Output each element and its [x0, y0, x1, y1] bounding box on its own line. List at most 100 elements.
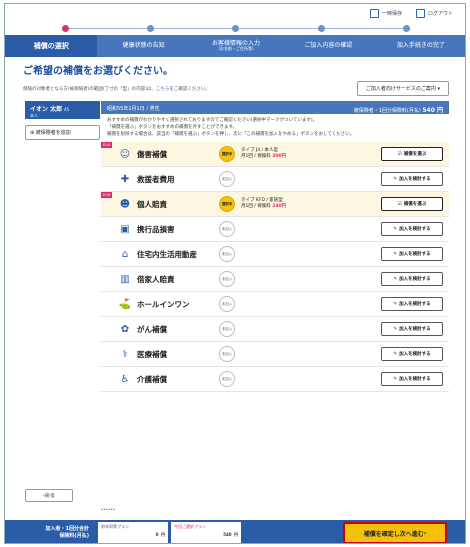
coverage-detail: タイプ KFD / 家族型 月1回 / 保険料 240円 — [241, 197, 287, 210]
step-complete: 加入手続きの完了 — [396, 42, 445, 50]
logout-icon — [415, 8, 425, 18]
coverage-row: ▣ 携行品損害 未加入 ✎ 加入を検討する — [101, 217, 449, 243]
house-icon: ⌂ — [121, 248, 129, 260]
consider-button[interactable]: ✎ 加入を検討する — [381, 297, 443, 312]
pencil-icon: ✎ — [393, 301, 398, 307]
status-badge: 未加入 — [219, 271, 235, 288]
step-health: 健康状態の告知 — [122, 42, 165, 50]
panel-header: 昭和55年1月1日 / 男性 被保険者・1回分保険料(月払) 540 円 — [101, 101, 449, 114]
rescue-icon: ✚ — [120, 173, 130, 185]
status-badge: 選択中 — [219, 146, 235, 163]
pencil-icon: ✎ — [393, 326, 398, 332]
bag-icon: ▣ — [120, 223, 130, 235]
person-icon: ☺ — [119, 148, 131, 160]
coverage-name: 傷害補償 — [137, 149, 167, 159]
select-coverage-button[interactable]: ☑ 補償を選ぶ — [381, 197, 443, 212]
coverage-panel: 昭和55年1月1日 / 男性 被保険者・1回分保険料(月払) 540 円 おすす… — [101, 101, 449, 393]
app-frame: 一時保存 ログアウト 補償の選択 健康状態の告知 お客様情報の入力 (お名前・ご住… — [4, 3, 466, 544]
step-dot — [147, 25, 155, 32]
status-badge: 未加入 — [219, 246, 235, 263]
care-icon: ♿ — [120, 373, 130, 385]
medical-icon: ⚕ — [122, 348, 128, 360]
step-select-coverage: 補償の選択 — [5, 35, 98, 57]
golf-icon: ⛳ — [118, 298, 132, 310]
sidebar: イオン 太郎 45 本人 ⊕ 被保険者を追加 — [25, 101, 100, 140]
coverage-name: 救援者費用 — [137, 174, 175, 184]
status-badge: 未加入 — [219, 321, 235, 338]
back-button[interactable]: ‹ 戻る — [25, 489, 73, 502]
range-link[interactable]: こちら — [156, 87, 170, 92]
consider-button[interactable]: ✎ 加入を検討する — [381, 347, 443, 362]
coverage-row: EUX ☻ 個人賠責 選択中 タイプ KFD / 家族型 月1回 / 保険料 240円 ☑ 補… — [101, 192, 449, 218]
consider-button[interactable]: ✎ 加入を検討する — [381, 172, 443, 187]
coverage-row: ⚕ 医療補償 未加入 ✎ 加入を検討する — [101, 342, 449, 368]
step-customer-info: お客様情報の入力 (お名前・ご住所等) — [212, 40, 261, 52]
prev-value: 0 — [155, 532, 159, 537]
select-coverage-button[interactable]: ☑ 補償を選ぶ — [381, 147, 443, 162]
previous-plan-box: 前年同等プラン 0 円 — [98, 522, 168, 543]
step-dot — [402, 25, 410, 32]
coverage-row: ⛳ ホールインワン 未加入 ✎ 加入を検討する — [101, 292, 449, 318]
content-header: ご希望の補償をお選びください。 保険の対象者となる方(被保険者)の範囲(丁寸の「… — [5, 62, 465, 96]
pencil-icon: ✎ — [393, 351, 398, 357]
save-button[interactable]: 一時保存 — [369, 8, 402, 18]
eux-badge: EUX — [101, 192, 113, 199]
total-label: 加入者・1回分合計 保険料(月払) — [45, 526, 89, 539]
coverage-name: 介護補償 — [137, 374, 167, 384]
coverage-name: 住宅内生活用動産 — [137, 249, 197, 259]
step-confirm: ご加入内容の確認 — [304, 42, 353, 50]
coverage-name: 携行品損害 — [137, 224, 175, 234]
status-badge: 未加入 — [219, 221, 235, 238]
coverage-name: 個人賠責 — [137, 199, 167, 209]
service-info-button[interactable]: ご加入者向けサービスのご案内 ▾ — [356, 81, 449, 96]
liability-icon: ☻ — [119, 198, 131, 210]
consider-button[interactable]: ✎ 加入を検討する — [381, 222, 443, 237]
consider-button[interactable]: ✎ 加入を検討する — [381, 372, 443, 387]
coverage-name: ホールインワン — [137, 299, 190, 309]
eux-badge: EUX — [101, 142, 113, 149]
coverage-detail: タイプ J4 / 本人型 月1回 / 保険料 300円 — [241, 147, 287, 160]
consider-button[interactable]: ✎ 加入を検討する — [381, 322, 443, 337]
pencil-icon: ✎ — [393, 376, 398, 382]
coverage-row: ✚ 救援者費用 未加入 ✎ 加入を検討する — [101, 167, 449, 193]
pencil-icon: ✎ — [393, 226, 398, 232]
consider-button[interactable]: ✎ 加入を検討する — [381, 247, 443, 262]
coverage-list: EUX ☺ 傷害補償 選択中 タイプ J4 / 本人型 月1回 / 保険料 300円 ☑ 補償… — [101, 142, 449, 393]
partial-row: …… — [101, 504, 115, 512]
current-plan-box: 今回ご選択プラン 540 円 — [171, 522, 241, 543]
member-card[interactable]: イオン 太郎 45 本人 — [25, 101, 100, 119]
page-title: ご希望の補償をお選びください。 — [23, 66, 173, 77]
step-dot — [317, 25, 325, 32]
flower-icon: ✿ — [120, 323, 130, 335]
step-dot — [62, 25, 70, 32]
confirm-next-button[interactable]: 補償を確定し次へ進む › — [343, 522, 447, 543]
status-badge: 選択中 — [219, 196, 235, 213]
logout-button[interactable]: ログアウト — [415, 8, 453, 18]
instructions: おすすめの補償がわかりやすく選択されておりますのでご確認ください(選択中マークが… — [107, 118, 355, 137]
coverage-name: 借家人賠責 — [137, 274, 175, 284]
step-dot — [232, 25, 240, 32]
pencil-icon: ✎ — [393, 176, 398, 182]
pencil-icon: ✎ — [393, 251, 398, 257]
top-bar: 一時保存 ログアウト — [5, 4, 465, 22]
coverage-row: EUX ☺ 傷害補償 選択中 タイプ J4 / 本人型 月1回 / 保険料 300円 ☑ 補償… — [101, 142, 449, 168]
coverage-name: がん補償 — [137, 324, 167, 334]
step-nav: 補償の選択 健康状態の告知 お客様情報の入力 (お名前・ご住所等) ご加入内容の確… — [5, 35, 465, 57]
status-badge: 未加入 — [219, 296, 235, 313]
coverage-name: 医療補償 — [137, 349, 167, 359]
pencil-icon: ✎ — [393, 276, 398, 282]
coverage-row: ⌂ 住宅内生活用動産 未加入 ✎ 加入を検討する — [101, 242, 449, 268]
status-badge: 未加入 — [219, 171, 235, 188]
status-badge: 未加入 — [219, 346, 235, 363]
check-icon: ☑ — [397, 201, 402, 207]
add-insured-button[interactable]: ⊕ 被保険者を追加 — [25, 125, 100, 140]
coverage-row: ▥ 借家人賠責 未加入 ✎ 加入を検討する — [101, 267, 449, 293]
coverage-row: ♿ 介護補償 未加入 ✎ 加入を検討する — [101, 367, 449, 393]
save-icon — [369, 8, 379, 18]
cur-value: 540 — [223, 532, 232, 537]
range-note: 保険の対象者となる方(被保険者)の範囲(丁寸の「型」の内容)は、こちらをご確認く… — [23, 86, 210, 92]
coverage-row: ✿ がん補償 未加入 ✎ 加入を検討する — [101, 317, 449, 343]
status-badge: 未加入 — [219, 371, 235, 388]
progress-dots — [5, 25, 465, 32]
consider-button[interactable]: ✎ 加入を検討する — [381, 272, 443, 287]
